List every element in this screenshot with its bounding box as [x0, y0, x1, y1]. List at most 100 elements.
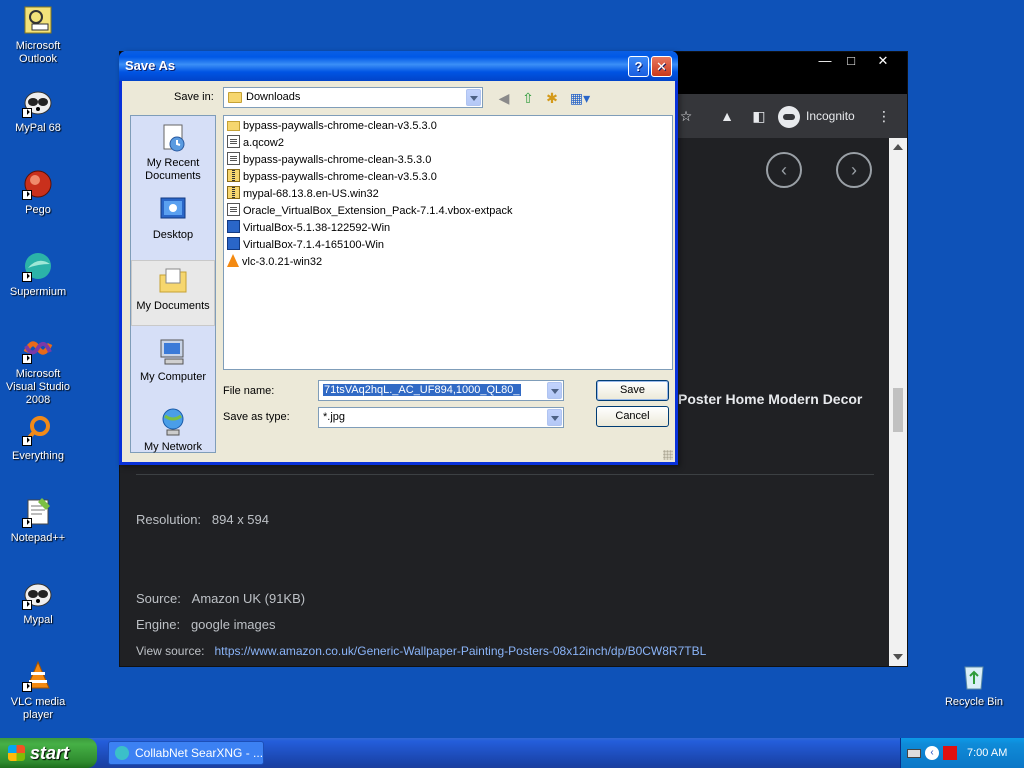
file-icon — [227, 135, 240, 148]
resolution-value: 894 x 594 — [211, 512, 269, 527]
show-hidden-icons-icon[interactable]: ‹ — [925, 746, 939, 760]
back-icon[interactable]: ◀ — [495, 89, 513, 107]
save-in-label: Save in: — [174, 91, 214, 103]
file-list[interactable]: bypass-paywalls-chrome-clean-v3.5.3.0 a.… — [223, 115, 673, 370]
pego-icon — [22, 168, 54, 200]
desktop-icon-recycle-bin[interactable]: Recycle Bin — [936, 660, 1012, 709]
taskbar-item-browser[interactable]: CollabNet SearXNG - ... — [108, 741, 264, 765]
file-name: Oracle_VirtualBox_Extension_Pack-7.1.4.v… — [243, 205, 513, 217]
file-icon — [227, 203, 240, 216]
desktop-icon-label: Pego — [25, 204, 51, 216]
scrollbar-thumb[interactable] — [893, 388, 903, 432]
chevron-down-icon[interactable] — [466, 89, 481, 106]
help-button[interactable]: ? — [628, 56, 649, 77]
browser-scrollbar[interactable] — [889, 138, 907, 666]
taskbar: start CollabNet SearXNG - ... ‹ 7:00 AM — [0, 738, 1024, 768]
desktop-icon — [157, 194, 189, 226]
desktop-icon-vlc[interactable]: VLC media player — [0, 660, 76, 722]
menu-kebab-icon[interactable]: ⋮ — [875, 107, 893, 125]
taskbar-item-label: CollabNet SearXNG - ... — [135, 746, 264, 760]
view-source-label: View source: — [136, 644, 205, 658]
mypal-icon — [22, 578, 54, 610]
clock[interactable]: 7:00 AM — [967, 738, 1007, 768]
resize-grip-icon[interactable] — [663, 450, 673, 460]
desktop-icon-supermium[interactable]: Supermium — [0, 250, 76, 299]
file-name: mypal-68.13.8.en-US.win32 — [243, 188, 379, 200]
scroll-up-icon[interactable] — [893, 144, 903, 150]
file-item[interactable]: vlc-3.0.21-win32 — [227, 254, 322, 271]
desktop-icon-outlook[interactable]: Microsoft Outlook — [0, 4, 76, 66]
file-item[interactable]: bypass-paywalls-chrome-clean-v3.5.3.0 — [227, 118, 437, 135]
folder-icon — [227, 121, 240, 131]
recent-documents-icon — [157, 122, 189, 154]
file-item[interactable]: mypal-68.13.8.en-US.win32 — [227, 186, 379, 203]
file-name-label: File name: — [223, 385, 275, 397]
everything-icon — [22, 414, 54, 446]
close-button[interactable]: ✕ — [651, 56, 672, 77]
incognito-icon — [778, 105, 800, 128]
start-label: start — [30, 743, 70, 763]
scroll-down-icon[interactable] — [893, 654, 903, 660]
chevron-down-icon[interactable] — [547, 409, 562, 426]
desktop-icon-notepadpp[interactable]: Notepad++ — [0, 496, 76, 545]
save-in-dropdown[interactable]: Downloads — [223, 87, 483, 108]
cancel-button[interactable]: Cancel — [596, 406, 669, 427]
place-my-computer[interactable]: My Computer — [131, 336, 215, 384]
desktop-icon-mypal68[interactable]: MyPal 68 — [0, 86, 76, 135]
desktop-icon-mypal[interactable]: Mypal — [0, 578, 76, 627]
up-folder-icon[interactable]: ⇧ — [519, 89, 537, 107]
zip-icon — [227, 169, 240, 182]
place-desktop[interactable]: Desktop — [131, 194, 215, 242]
place-my-documents[interactable]: My Documents — [131, 260, 215, 326]
place-label: My Computer — [139, 371, 207, 383]
new-folder-icon[interactable]: ✱ — [543, 89, 561, 107]
close-icon[interactable]: ✕ — [866, 52, 900, 70]
previous-image-button[interactable]: ‹ — [766, 152, 802, 188]
save-in-value: Downloads — [246, 91, 301, 103]
engine-label: Engine: — [136, 617, 181, 632]
file-name-value: 71tsVAq2hqL._AC_UF894,1000_QL80_ — [323, 384, 521, 396]
my-documents-icon — [157, 265, 189, 297]
save-button[interactable]: Save — [596, 380, 669, 401]
file-name: bypass-paywalls-chrome-clean-v3.5.3.0 — [243, 120, 437, 132]
file-item[interactable]: bypass-paywalls-chrome-clean-v3.5.3.0 — [227, 169, 437, 186]
virtualbox-icon — [227, 237, 240, 250]
file-item[interactable]: VirtualBox-5.1.38-122592-Win — [227, 220, 390, 237]
virtualbox-icon — [227, 220, 240, 233]
chevron-down-icon[interactable] — [547, 382, 562, 399]
labs-flask-icon[interactable]: ▲ — [718, 107, 736, 125]
desktop-icon-label: Everything — [12, 450, 64, 462]
file-item[interactable]: VirtualBox-7.1.4-165100-Win — [227, 237, 384, 254]
incognito-indicator[interactable]: Incognito — [778, 104, 874, 128]
keyboard-icon[interactable] — [907, 749, 921, 758]
places-bar: My Recent Documents Desktop My Documents… — [130, 115, 216, 453]
maximize-icon[interactable]: □ — [834, 52, 868, 70]
views-menu-icon[interactable]: ▦▾ — [568, 89, 592, 107]
engine-row: Engine: google images — [136, 617, 276, 632]
divider — [136, 474, 874, 475]
alert-icon[interactable] — [943, 746, 957, 760]
system-tray: ‹ 7:00 AM — [900, 738, 1024, 768]
file-icon — [227, 152, 240, 165]
desktop-icon-label: VLC media player — [10, 696, 66, 721]
file-name-field[interactable]: 71tsVAq2hqL._AC_UF894,1000_QL80_ — [318, 380, 564, 401]
recycle-bin-icon — [958, 660, 990, 692]
my-network-icon — [157, 406, 189, 438]
file-item[interactable]: bypass-paywalls-chrome-clean-3.5.3.0 — [227, 152, 431, 169]
file-item[interactable]: a.qcow2 — [227, 135, 284, 152]
desktop-icon-label: MyPal 68 — [15, 122, 61, 134]
start-button[interactable]: start — [0, 738, 97, 768]
place-my-network[interactable]: My Network — [131, 406, 215, 454]
desktop-icon-everything[interactable]: Everything — [0, 414, 76, 463]
desktop-icon-visual-studio[interactable]: Microsoft Visual Studio 2008 — [0, 332, 76, 407]
side-panel-icon[interactable]: ◧ — [750, 107, 768, 125]
file-name: VirtualBox-5.1.38-122592-Win — [243, 222, 391, 234]
desktop-icon-label: Mypal — [23, 614, 53, 626]
desktop-icon-pego[interactable]: Pego — [0, 168, 76, 217]
file-item[interactable]: Oracle_VirtualBox_Extension_Pack-7.1.4.v… — [227, 203, 512, 220]
bookmark-star-icon[interactable]: ☆ — [677, 107, 695, 125]
save-as-type-dropdown[interactable]: *.jpg — [318, 407, 564, 428]
place-recent-documents[interactable]: My Recent Documents — [131, 122, 215, 183]
next-image-button[interactable]: › — [836, 152, 872, 188]
view-source-link[interactable]: https://www.amazon.co.uk/Generic-Wallpap… — [215, 644, 707, 658]
